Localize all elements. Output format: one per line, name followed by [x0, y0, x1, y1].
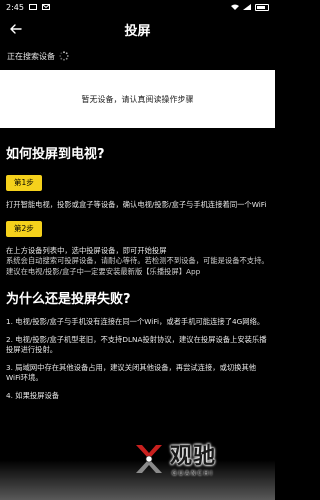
device-list-empty: 暂无设备，请认真阅读操作步骤 [0, 70, 275, 128]
failure-item: 3. 局域网中存在其他设备占用，建议关闭其他设备，再尝试连接，或切换其他WiFi… [6, 362, 257, 383]
failure-title: 为什么还是投屏失败? [6, 292, 131, 307]
empty-state-text: 暂无设备，请认真阅读操作步骤 [81, 94, 194, 104]
notification-icon [28, 4, 37, 10]
signal-icon [243, 4, 251, 10]
app-bar: 投屏 [0, 14, 275, 44]
step-2-badge: 第2步 [6, 220, 42, 237]
failure-item: 1. 电视/投影/盒子与手机没有连接在同一个WiFi，或者手机可能连接了4G网络… [6, 317, 265, 326]
guide-title: 如何投屏到电视? [6, 147, 105, 162]
wifi-icon [231, 4, 239, 10]
watermark-cn: 观驰 [170, 444, 217, 469]
search-status-text: 正在搜索设备 [7, 51, 55, 61]
status-time: 2:45 [6, 2, 24, 12]
guide-section: 如何投屏到电视? 第1步 打开智能电视，投影或盒子等设备，确认电视/投影/盒子与… [0, 145, 275, 401]
step-2-recommendation: 建议在电视/投影/盒子中一定要安装最新版【乐播投屏】App [6, 266, 201, 276]
back-button[interactable] [8, 21, 24, 37]
step-2-note: 系统会自动搜索可投屏设备，请耐心等待。若检测不到设备，可能是设备不支持。 [6, 256, 269, 265]
watermark: 观驰 GUANCHI [132, 438, 216, 477]
battery-icon [255, 3, 269, 11]
loading-spinner-icon [59, 51, 69, 61]
bottom-fade [0, 460, 275, 500]
step-1-text: 打开智能电视，投影或盒子等设备，确认电视/投影/盒子与手机连接着同一个WiFi [6, 200, 267, 209]
failure-item: 4. 如果投屏设备 [6, 390, 60, 400]
search-status: 正在搜索设备 [0, 44, 275, 68]
status-bar: 2:45 [0, 0, 275, 14]
mail-icon [41, 4, 50, 10]
arrow-left-icon [10, 24, 22, 34]
page-title: 投屏 [124, 23, 151, 39]
step-2-text: 在上方设备列表中，选中投屏设备，即可开始投屏 [6, 245, 167, 255]
step-1-badge: 第1步 [6, 175, 42, 191]
failure-item: 2. 电视/投影/盒子机型老旧，不支持DLNA投射协议，建议在投屏设备上安装乐播… [6, 334, 267, 355]
watermark-en: GUANCHI [171, 470, 215, 477]
guanchi-logo-icon [136, 444, 162, 473]
